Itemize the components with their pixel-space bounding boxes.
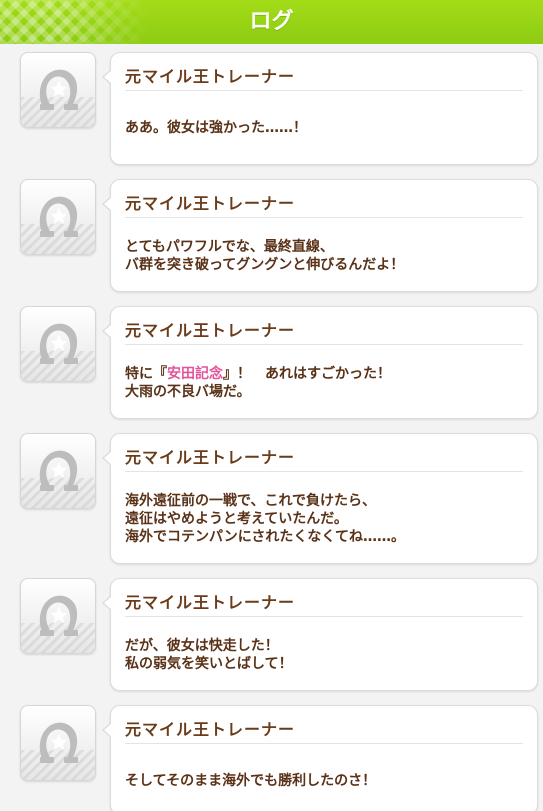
dialogue-bubble: 元マイル王トレーナー ああ。彼女は強かった……！ [102,52,538,165]
divider [125,471,523,472]
log-entry: 元マイル王トレーナー 海外遠征前の一戦で、これで負けたら、 遠征はやめようと考え… [0,433,543,564]
divider [125,217,523,218]
log-entry: 元マイル王トレーナー そしてそのまま海外でも勝利したのさ！ [0,705,543,811]
dialogue-line: 特に『安田記念』！ あれはすごかった！ [125,365,527,383]
dialogue-line: ああ。彼女は強かった……！ [125,120,307,136]
dialogue-text: そしてそのまま海外でも勝利したのさ！ [125,772,527,790]
horseshoe-star-icon [39,595,78,636]
highlighted-term: 安田記念 [167,366,223,382]
horseshoe-star-icon [39,196,78,237]
log-title: ログ [249,9,294,34]
speaker-avatar [20,578,96,654]
log-entry: 元マイル王トレーナー だが、彼女は快走した！ 私の弱気を笑いとばして！ [0,578,543,691]
speaker-avatar [20,179,96,255]
speaker-avatar [20,306,96,382]
text-segment: 』！ あれはすごかった！ [223,366,391,382]
divider [125,616,523,617]
horseshoe-star-icon [39,69,78,110]
dialogue-line: 遠征はやめようと考えていたんだ。 [125,511,348,527]
log-header: ログ [0,0,543,44]
dialogue-bubble: 元マイル王トレーナー 海外遠征前の一戦で、これで負けたら、 遠征はやめようと考え… [102,433,538,564]
dialogue-text: とてもパワフルでな、最終直線、 バ群を突き破ってグングンと伸びるんだよ！ [125,238,527,274]
horseshoe-star-icon [39,323,78,364]
speaker-name: 元マイル王トレーナー [125,321,296,340]
dialogue-bubble: 元マイル王トレーナー そしてそのまま海外でも勝利したのさ！ [102,705,538,811]
dialogue-line: だが、彼女は快走した！ [125,638,279,654]
log-entry: 元マイル王トレーナー ああ。彼女は強かった……！ [0,52,543,165]
dialogue-line: 大雨の不良バ場だ。 [125,384,251,400]
speaker-name: 元マイル王トレーナー [125,720,296,739]
dialogue-bubble: 元マイル王トレーナー だが、彼女は快走した！ 私の弱気を笑いとばして！ [102,578,538,691]
dialogue-bubble: 元マイル王トレーナー とてもパワフルでな、最終直線、 バ群を突き破ってグングンと… [102,179,538,292]
speaker-avatar [20,52,96,128]
speaker-name: 元マイル王トレーナー [125,194,296,213]
dialogue-text: 特に『安田記念』！ あれはすごかった！ 大雨の不良バ場だ。 [125,365,527,401]
speaker-name: 元マイル王トレーナー [125,593,296,612]
divider [125,90,523,91]
speaker-name: 元マイル王トレーナー [125,67,296,86]
speaker-name: 元マイル王トレーナー [125,448,296,467]
dialogue-text: 海外遠征前の一戦で、これで負けたら、 遠征はやめようと考えていたんだ。 海外でコ… [125,492,527,546]
dialogue-line: そしてそのまま海外でも勝利したのさ！ [125,773,377,789]
speaker-avatar [20,705,96,781]
log-list[interactable]: 元マイル王トレーナー ああ。彼女は強かった……！ 元マイル王トレーナー とてもパ… [0,44,543,811]
dialogue-line: とてもパワフルでな、最終直線、 [125,239,334,255]
text-segment: 特に『 [125,366,167,382]
dialogue-line: 海外でコテンパンにされたくなくてね……。 [125,529,405,545]
log-entry: 元マイル王トレーナー とてもパワフルでな、最終直線、 バ群を突き破ってグングンと… [0,179,543,292]
dialogue-bubble: 元マイル王トレーナー 特に『安田記念』！ あれはすごかった！ 大雨の不良バ場だ。 [102,306,538,419]
dialogue-line: 海外遠征前の一戦で、これで負けたら、 [125,493,377,509]
dialogue-line: 私の弱気を笑いとばして！ [125,656,293,672]
log-entry: 元マイル王トレーナー 特に『安田記念』！ あれはすごかった！ 大雨の不良バ場だ。 [0,306,543,419]
horseshoe-star-icon [39,722,78,763]
dialogue-line: バ群を突き破ってグングンと伸びるんだよ！ [125,257,405,273]
divider [125,344,523,345]
horseshoe-star-icon [39,450,78,491]
divider [125,743,523,744]
dialogue-text: だが、彼女は快走した！ 私の弱気を笑いとばして！ [125,637,527,673]
speaker-avatar [20,433,96,509]
dialogue-text: ああ。彼女は強かった……！ [125,119,527,137]
